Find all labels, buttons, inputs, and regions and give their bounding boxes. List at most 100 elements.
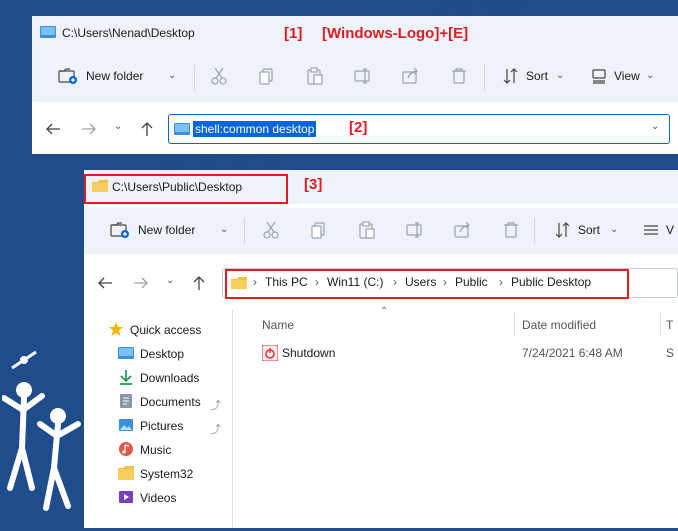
back-arrow-icon[interactable] [44,120,62,138]
command-bar: New folder ⌄ Sort ⌄ V [84,208,678,254]
sidebar-item-pictures[interactable]: Pictures [118,414,183,438]
copy-icon[interactable] [258,67,276,85]
cut-icon[interactable] [210,67,228,85]
sidebar-item-music[interactable]: Music [118,438,171,462]
column-header-date-modified[interactable]: Date modified [522,318,596,332]
column-header-name[interactable]: Name [262,318,294,332]
breadcrumb-public-desktop[interactable]: Public Desktop [511,275,591,289]
window-title: C:\Users\Nenad\Desktop [62,26,195,40]
sort-button[interactable]: Sort [578,223,600,237]
new-folder-icon [110,221,129,239]
documents-icon [118,393,134,412]
view-icon [642,221,660,239]
folder-icon [231,277,247,289]
recent-chevron-icon[interactable]: ⌄ [166,275,174,286]
rename-icon[interactable] [354,67,372,85]
toolbar-separator [194,65,195,91]
dancing-figures-logo [1,338,86,528]
sidebar-item-documents[interactable]: Documents [118,390,201,414]
delete-icon[interactable] [450,67,468,85]
new-folder-icon [58,67,77,85]
sort-ascending-icon: ⌃ [380,306,389,317]
file-date: 7/24/2021 6:48 AM [522,346,623,360]
cut-icon[interactable] [262,221,280,239]
column-divider[interactable] [660,312,661,336]
sort-icon [554,221,572,239]
folder-icon [118,465,134,483]
sort-button[interactable]: Sort [526,69,548,83]
column-header-type[interactable]: T [666,318,673,332]
title-bar: C:\Users\Nenad\Desktop [1] [Windows-Logo… [32,16,678,52]
breadcrumb-users[interactable]: Users [405,275,436,289]
annotation-shortcut: [Windows-Logo]+[E] [322,25,469,42]
videos-icon [118,489,134,508]
breadcrumb-separator: › [393,275,397,289]
view-button[interactable]: V [666,223,674,237]
sidebar-item-label: Videos [140,491,177,505]
chevron-down-icon[interactable]: ⌄ [651,121,659,132]
sort-icon [502,67,520,85]
sidebar-item-label: Documents [140,395,201,409]
shutdown-icon [261,344,279,364]
chevron-down-icon[interactable]: ⌄ [646,70,654,81]
chevron-down-icon[interactable]: ⌄ [220,224,228,235]
sidebar-item-downloads[interactable]: Downloads [118,366,199,390]
star-icon [108,321,124,340]
desktop-icon [174,123,190,135]
sidebar-item-quick-access[interactable]: Quick access [108,318,201,342]
file-type: S [666,346,675,360]
new-folder-button[interactable]: New folder [86,69,143,83]
breadcrumb-separator: › [499,275,503,289]
chevron-down-icon[interactable]: ⌄ [168,70,176,81]
breadcrumb-public[interactable]: Public [455,275,488,289]
sidebar-item-label: System32 [140,467,194,481]
up-arrow-icon[interactable] [190,274,208,292]
address-row: ⌄ › This PC › Win11 (C:) › Users › Publi… [84,256,678,310]
breadcrumb-drive[interactable]: Win11 (C:) [327,275,383,289]
address-row: ⌄ shell:common desktop [2] ⌄ [32,102,678,154]
back-arrow-icon[interactable] [96,274,114,292]
up-arrow-icon[interactable] [138,120,156,138]
share-icon[interactable] [454,221,472,239]
view-icon [590,67,608,85]
paste-icon[interactable] [306,67,324,85]
recent-chevron-icon[interactable]: ⌄ [114,121,122,132]
delete-icon[interactable] [502,221,520,239]
sidebar-item-videos[interactable]: Videos [118,486,176,510]
chevron-down-icon[interactable]: ⌄ [610,224,618,235]
file-name: Shutdown [282,346,336,360]
table-row[interactable]: Shutdown 7/24/2021 6:48 AM S [260,342,678,364]
share-icon[interactable] [402,67,420,85]
view-button[interactable]: View [614,69,640,83]
breadcrumb-this-pc[interactable]: This PC [265,275,308,289]
forward-arrow-icon[interactable] [132,274,150,292]
title-bar: C:\Users\Public\Desktop [3] [84,170,678,204]
sidebar-item-desktop[interactable]: Desktop [118,342,184,366]
pane-splitter[interactable] [232,310,233,528]
pictures-icon [118,417,134,436]
download-icon [118,369,134,388]
pin-icon[interactable]: ⤴ [210,397,221,413]
sidebar-item-label: Downloads [140,371,200,385]
chevron-down-icon[interactable]: ⌄ [556,70,564,81]
sidebar-item-system32[interactable]: System32 [118,462,193,486]
new-folder-button[interactable]: New folder [138,223,195,237]
sidebar-item-label: Pictures [140,419,184,433]
copy-icon[interactable] [310,221,328,239]
music-icon [118,441,134,460]
command-bar: New folder ⌄ Sort ⌄ View ⌄ [32,56,678,100]
paste-icon[interactable] [358,221,376,239]
address-bar[interactable]: › This PC › Win11 (C:) › Users › Public … [222,268,678,299]
desktop-icon [118,346,134,363]
toolbar-separator [244,218,245,244]
rename-icon[interactable] [406,221,424,239]
explorer-window-nenad: C:\Users\Nenad\Desktop [1] [Windows-Logo… [32,16,678,154]
toolbar-separator [534,218,535,244]
desktop-icon [40,26,56,38]
annotation-1: [1] [284,25,303,42]
forward-arrow-icon[interactable] [80,120,98,138]
address-input-value[interactable]: shell:common desktop [193,121,317,137]
address-bar[interactable]: shell:common desktop [2] ⌄ [168,114,670,144]
pin-icon[interactable]: ⤴ [210,421,221,437]
column-divider[interactable] [514,312,515,336]
